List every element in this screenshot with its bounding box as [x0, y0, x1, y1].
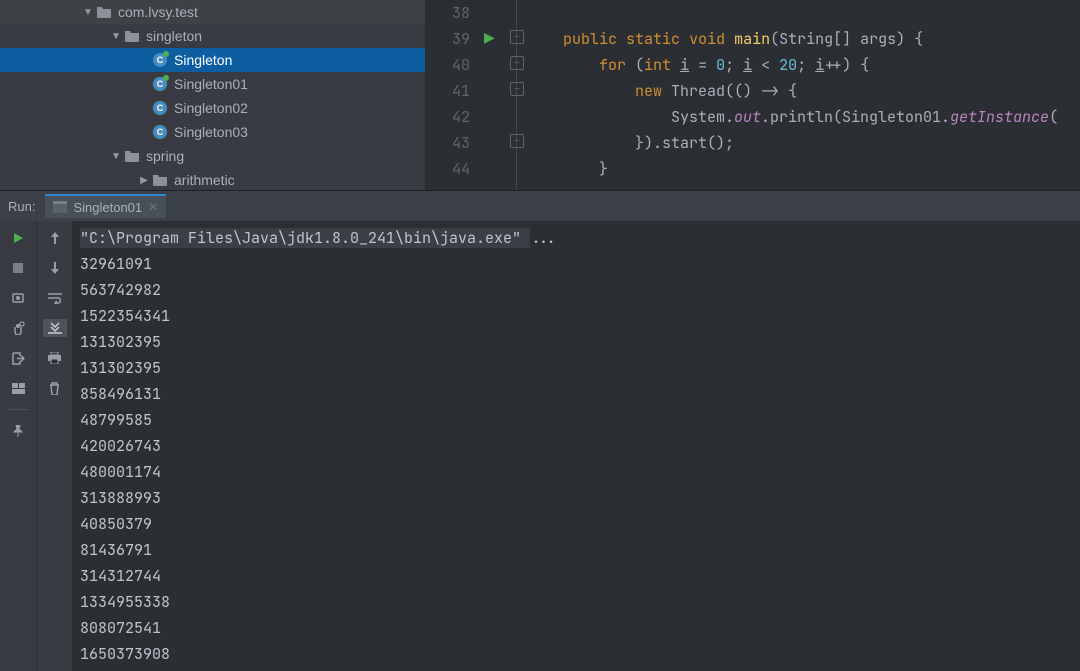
console-output[interactable]: "C:\Program Files\Java\jdk1.8.0_241\bin\…: [72, 221, 1080, 671]
scroll-to-end-button[interactable]: [43, 319, 67, 337]
tree-label: Singleton02: [174, 100, 248, 116]
close-icon[interactable]: ✕: [148, 200, 158, 214]
fold-column: − − − −: [510, 0, 528, 190]
debug-button[interactable]: [6, 319, 30, 337]
project-tree[interactable]: ▼ com.lvsy.test ▼ singleton C Singleton …: [0, 0, 425, 190]
exit-button[interactable]: [6, 349, 30, 367]
layout-button[interactable]: [6, 379, 30, 397]
line-gutter: 38394041424344: [425, 0, 480, 190]
tree-class-singleton03[interactable]: C Singleton03: [0, 120, 425, 144]
run-gutter-icon[interactable]: ▶: [484, 29, 495, 46]
tree-folder-arithmetic[interactable]: ▶ arithmetic: [0, 168, 425, 190]
run-toolbar-left2: [36, 221, 72, 671]
package-icon: [96, 4, 112, 20]
gutter-icons: ▶: [480, 0, 510, 190]
tree-label: spring: [146, 148, 184, 164]
tree-folder-singleton[interactable]: ▼ singleton: [0, 24, 425, 48]
tree-class-singleton02[interactable]: C Singleton02: [0, 96, 425, 120]
divider: [7, 409, 29, 410]
rerun-button[interactable]: [6, 229, 30, 247]
code-editor[interactable]: 38394041424344 ▶ − − − − public static v…: [425, 0, 1080, 190]
fold-icon[interactable]: −: [510, 56, 524, 70]
pin-button[interactable]: [6, 422, 30, 440]
chevron-right-icon: ▶: [138, 174, 150, 186]
tree-package[interactable]: ▼ com.lvsy.test: [0, 0, 425, 24]
run-toolbar-left: [0, 221, 36, 671]
run-tabbar: Run: Singleton01 ✕: [0, 191, 1080, 221]
dump-threads-button[interactable]: [6, 289, 30, 307]
tree-label: com.lvsy.test: [118, 4, 198, 20]
class-icon: C: [152, 76, 168, 92]
folder-icon: [124, 148, 140, 164]
down-stacktrace-button[interactable]: [43, 259, 67, 277]
stop-button[interactable]: [6, 259, 30, 277]
print-button[interactable]: [43, 349, 67, 367]
folder-icon: [124, 28, 140, 44]
run-panel-label: Run:: [8, 199, 35, 214]
tree-label: singleton: [146, 28, 202, 44]
fold-icon[interactable]: −: [510, 82, 524, 96]
class-icon: C: [152, 52, 168, 68]
tree-label: Singleton01: [174, 76, 248, 92]
chevron-down-icon: ▼: [110, 30, 122, 42]
tree-label: arithmetic: [174, 172, 235, 188]
chevron-down-icon: ▼: [82, 6, 94, 18]
up-stacktrace-button[interactable]: [43, 229, 67, 247]
class-icon: C: [152, 100, 168, 116]
run-panel: Run: Singleton01 ✕ "C:\Prog: [0, 190, 1080, 671]
fold-icon[interactable]: −: [510, 30, 524, 44]
run-tab-label: Singleton01: [73, 200, 142, 215]
run-tab[interactable]: Singleton01 ✕: [45, 194, 166, 218]
application-icon: [53, 201, 67, 213]
fold-icon[interactable]: −: [510, 134, 524, 148]
code-content[interactable]: public static void main(String[] args) {…: [528, 0, 1080, 190]
tree-label: Singleton: [174, 52, 232, 68]
soft-wrap-button[interactable]: [43, 289, 67, 307]
tree-label: Singleton03: [174, 124, 248, 140]
class-icon: C: [152, 124, 168, 140]
folder-icon: [152, 172, 168, 188]
clear-all-button[interactable]: [43, 379, 67, 397]
tree-class-singleton[interactable]: C Singleton: [0, 48, 425, 72]
tree-class-singleton01[interactable]: C Singleton01: [0, 72, 425, 96]
tree-folder-spring[interactable]: ▼ spring: [0, 144, 425, 168]
chevron-down-icon: ▼: [110, 150, 122, 162]
